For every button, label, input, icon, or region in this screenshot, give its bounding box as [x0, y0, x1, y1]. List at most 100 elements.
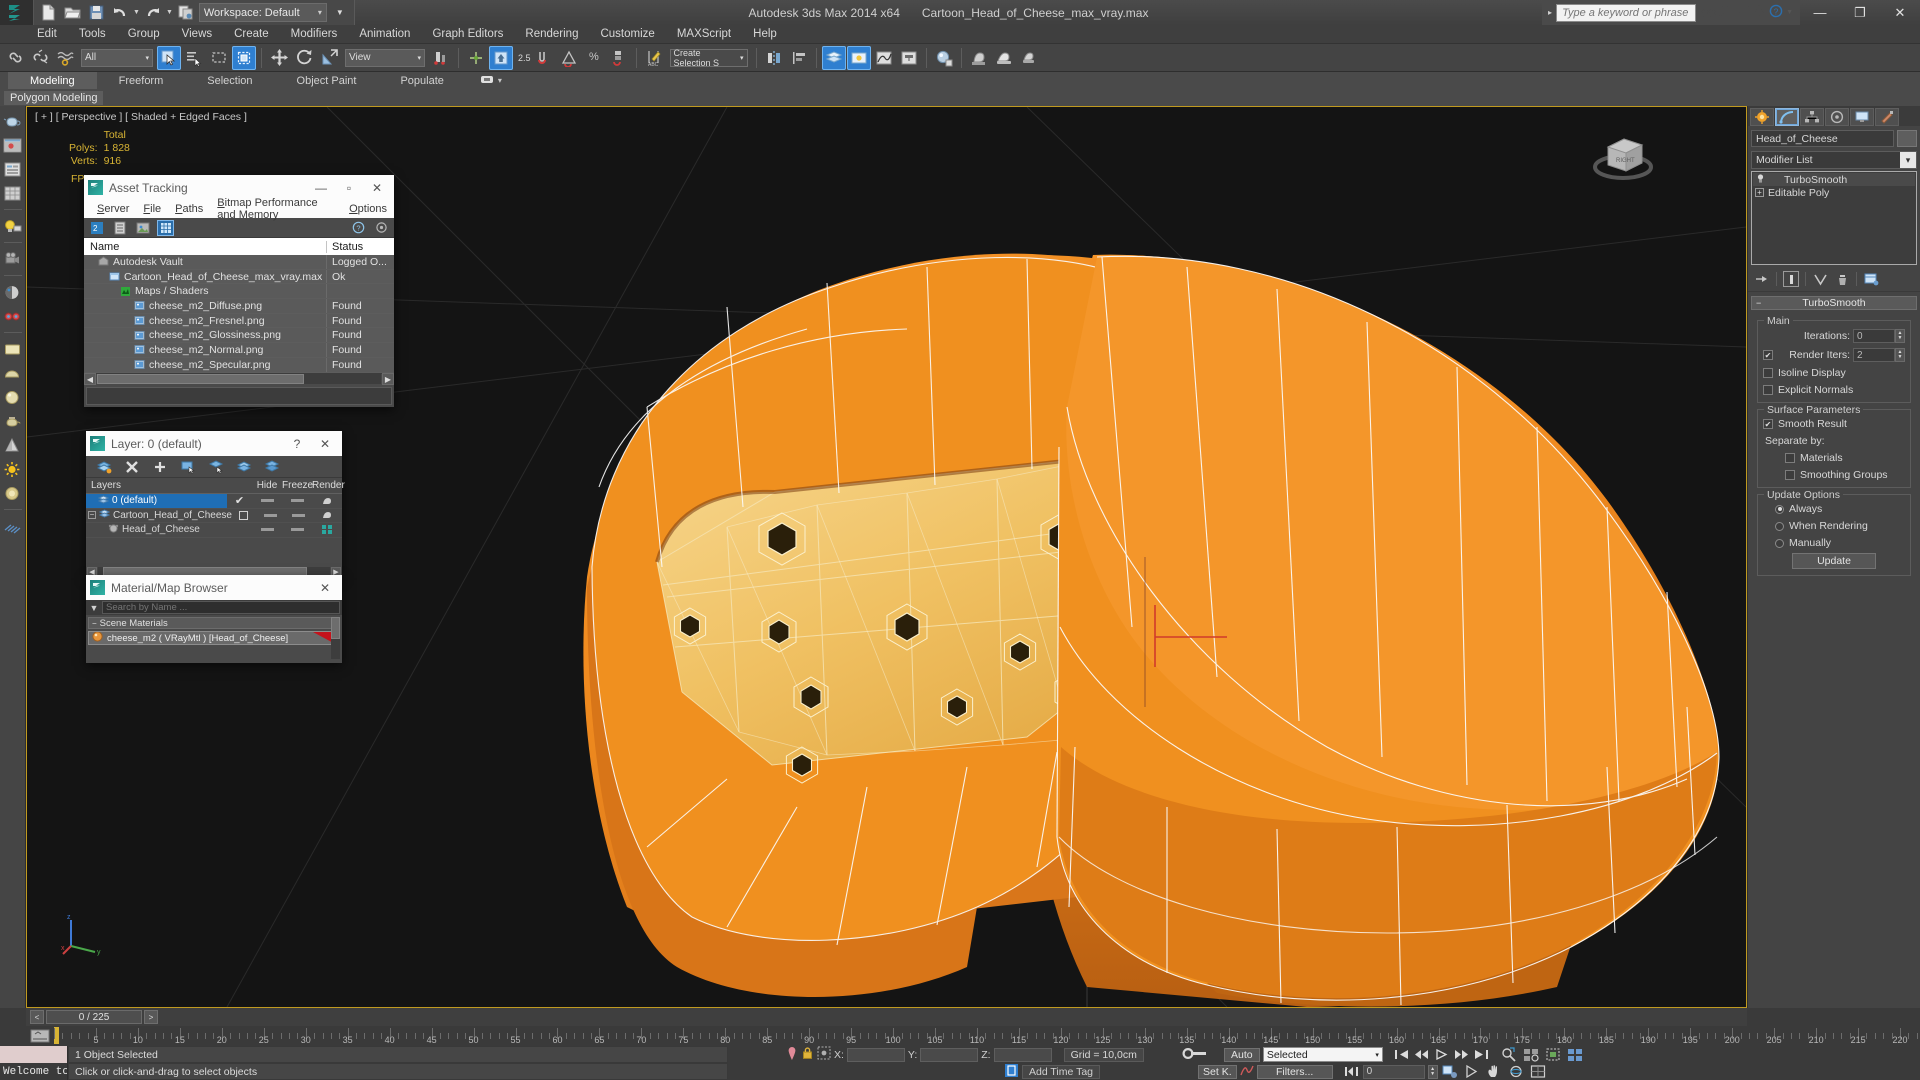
key-filter-combo[interactable]: Selected ▾	[1262, 1047, 1383, 1062]
modifier-stack[interactable]: TurboSmooth + Editable Poly	[1751, 171, 1917, 265]
show-end-result-icon[interactable]	[1783, 271, 1799, 287]
at-col-name[interactable]: Name	[84, 240, 327, 253]
key-mode-toggle-icon[interactable]	[1182, 1046, 1208, 1064]
configure-modifier-sets-icon[interactable]	[1863, 271, 1879, 287]
add-to-layer-icon[interactable]	[152, 459, 168, 475]
filters-button[interactable]: Filters...	[1256, 1064, 1333, 1079]
update-always-radio[interactable]	[1775, 504, 1784, 514]
select-and-scale-icon[interactable]	[317, 46, 341, 70]
list-item[interactable]: cheese_m2 ( VRayMtl ) [Head_of_Cheese]	[88, 631, 340, 645]
highlight-selected-objects-icon[interactable]	[236, 459, 252, 475]
scroll-thumb[interactable]	[331, 617, 340, 639]
render-setup-icon[interactable]	[967, 46, 991, 70]
layer-hide-toggle[interactable]	[252, 528, 282, 532]
at-help-icon[interactable]: ?	[350, 220, 367, 236]
isoline-display-row[interactable]: Isoline Display	[1763, 367, 1905, 379]
update-button[interactable]: Update	[1792, 553, 1876, 569]
at-list-view-icon[interactable]	[111, 220, 128, 236]
expander-icon[interactable]: +	[1755, 188, 1764, 197]
layer-dialog-close-button[interactable]: ✕	[312, 433, 338, 454]
at-menu-paths[interactable]: Paths	[168, 203, 210, 215]
snaps-toggle-icon[interactable]	[532, 46, 556, 70]
asset-tracking-maximize-button[interactable]: ▫	[336, 177, 362, 198]
angle-snap-toggle-icon[interactable]	[557, 46, 581, 70]
sphere-primitive-icon[interactable]	[2, 386, 24, 408]
next-frame-icon[interactable]	[1453, 1047, 1470, 1062]
make-unique-icon[interactable]	[1812, 271, 1828, 287]
named-selection-sets-combo[interactable]: Create Selection S ▾	[669, 48, 748, 68]
curve-editor-icon[interactable]	[872, 46, 896, 70]
absolute-relative-mode-icon[interactable]	[817, 1046, 831, 1063]
light-bulb-icon[interactable]	[2, 215, 24, 237]
spinner-arrows-icon[interactable]: ▲ ▼	[1895, 348, 1905, 362]
create-new-layer-icon[interactable]	[96, 459, 112, 475]
search-magnifier-icon[interactable]	[1719, 5, 1733, 21]
select-and-manipulate-icon[interactable]	[489, 45, 513, 70]
set-key-button[interactable]: Set K.	[1198, 1064, 1237, 1079]
teapot-create-icon[interactable]	[2, 110, 24, 132]
list-item[interactable]: Head_of_Cheese	[86, 523, 342, 538]
ribbon-panel-polygon-modeling[interactable]: Polygon Modeling	[4, 90, 104, 105]
teapot-primitive-icon[interactable]	[2, 410, 24, 432]
toggle-scene-explorer-icon[interactable]	[846, 45, 871, 70]
frame-spinner-arrows-icon[interactable]: ▲ ▼	[1427, 1064, 1438, 1079]
delete-layer-icon[interactable]	[124, 459, 140, 475]
table-row[interactable]: cheese_m2_Glossiness.png Found	[84, 328, 394, 344]
material-search-input[interactable]	[102, 601, 340, 614]
menu-item-group[interactable]: Group	[117, 25, 171, 44]
layer-col-hide[interactable]: Hide	[252, 480, 282, 491]
edit-named-selection-sets-icon[interactable]: ABC	[642, 46, 666, 70]
material-browser-vscrollbar[interactable]	[331, 617, 340, 659]
menu-item-customize[interactable]: Customize	[589, 25, 665, 44]
schematic-view-icon[interactable]	[897, 46, 921, 70]
grid-helper-icon[interactable]	[2, 515, 24, 537]
selection-filter-combo[interactable]: All ▾	[81, 48, 153, 67]
layer-freeze-toggle[interactable]	[282, 499, 312, 503]
cone-primitive-icon[interactable]	[2, 434, 24, 456]
rectangular-selection-region-icon[interactable]	[207, 46, 231, 70]
table-row[interactable]: Autodesk Vault Logged O...	[84, 255, 394, 270]
unlink-selection-icon[interactable]	[28, 46, 52, 70]
ribbon-display-icon[interactable]	[480, 74, 494, 88]
layer-render-toggle[interactable]	[312, 496, 342, 506]
rollout-header[interactable]: − TurboSmooth	[1751, 296, 1917, 310]
table-row[interactable]: cheese_m2_Fresnel.png Found	[84, 313, 394, 329]
tab-hierarchy[interactable]	[1800, 108, 1824, 126]
scroll-right-arrow-icon[interactable]: ▶	[382, 373, 394, 385]
zoom-extents-icon[interactable]	[1544, 1047, 1563, 1063]
layer-current-mark[interactable]: ✔	[227, 494, 252, 507]
list-item[interactable]: − Cartoon_Head_of_Cheese	[86, 509, 342, 523]
reference-coordinate-system-combo[interactable]: View ▾	[345, 48, 425, 67]
rendered-frame-window-icon[interactable]	[992, 46, 1016, 70]
bind-to-space-warp-icon[interactable]	[53, 46, 77, 70]
viewport-label[interactable]: [ + ] [ Perspective ] [ Shaded + Edged F…	[35, 111, 247, 123]
close-button[interactable]: ✕	[1880, 0, 1920, 25]
redo-dropdown-arrow[interactable]: ▼	[166, 9, 173, 16]
selection-lock-pin-icon[interactable]	[786, 1046, 798, 1064]
zoom-all-icon[interactable]	[1522, 1047, 1541, 1063]
open-mini-curve-editor-icon[interactable]	[26, 1027, 54, 1045]
list-item[interactable]: 0 (default) ✔	[86, 493, 342, 509]
maxscript-mini-listener[interactable]: Welcome to	[0, 1046, 68, 1080]
menu-item-views[interactable]: Views	[171, 25, 223, 44]
time-slider-next-frame[interactable]: >	[144, 1010, 158, 1024]
subscription-icon[interactable]	[1736, 5, 1750, 21]
object-color-swatch[interactable]	[1897, 130, 1917, 147]
lightbulb-icon[interactable]	[1755, 173, 1766, 187]
at-refresh-icon[interactable]: 2	[88, 220, 105, 236]
explicit-normals-row[interactable]: Explicit Normals	[1763, 384, 1905, 396]
play-animation-icon[interactable]	[1433, 1047, 1450, 1062]
layer-freeze-toggle[interactable]	[282, 528, 312, 532]
layer-hide-toggle[interactable]	[256, 513, 285, 517]
separate-smoothing-groups-row[interactable]: Smoothing Groups	[1763, 469, 1905, 481]
at-settings-icon[interactable]	[373, 220, 390, 236]
update-always-row[interactable]: Always	[1763, 503, 1905, 515]
menu-item-create[interactable]: Create	[223, 25, 280, 44]
render-iters-checkbox[interactable]: ✔	[1763, 350, 1773, 360]
table-row[interactable]: cheese_m2_Specular.png Found	[84, 357, 394, 373]
key-curve-icon[interactable]	[1239, 1063, 1254, 1080]
menu-item-help[interactable]: Help	[742, 25, 788, 44]
chevron-down-icon[interactable]: ▾	[1900, 152, 1916, 168]
new-scene-icon[interactable]	[37, 2, 59, 23]
layer-dialog-help-button[interactable]: ?	[284, 433, 310, 454]
